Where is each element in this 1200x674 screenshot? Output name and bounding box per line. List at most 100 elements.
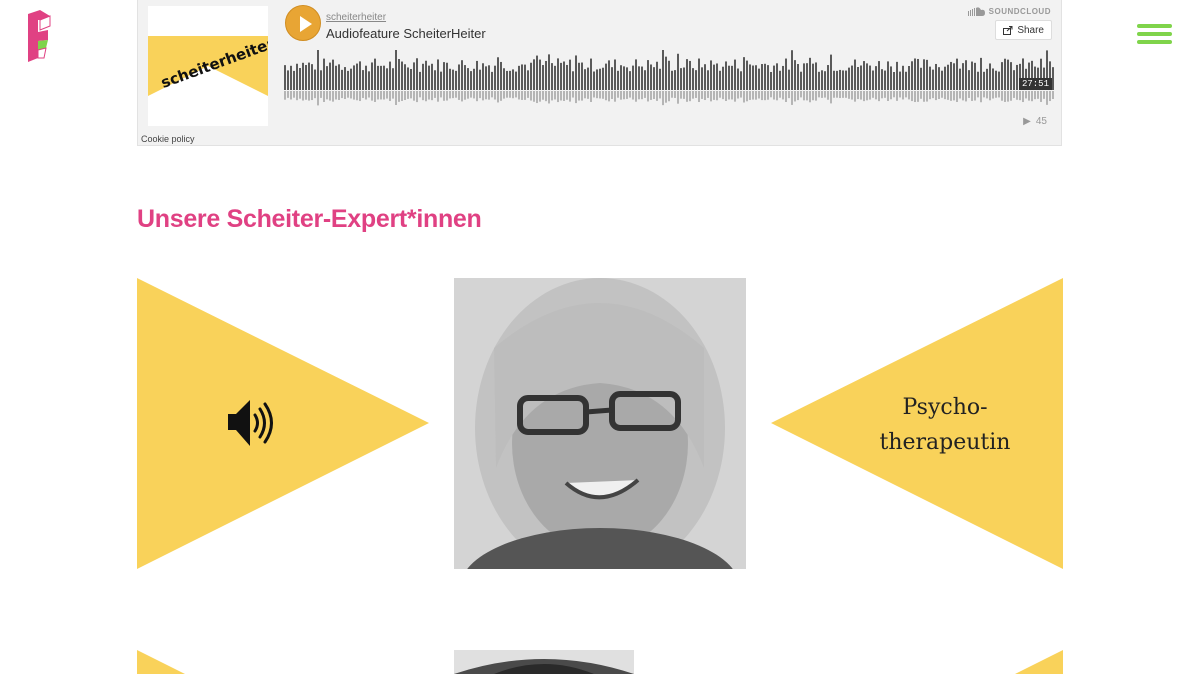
waveform-reflection-bar bbox=[416, 91, 418, 103]
waveform-bar bbox=[746, 60, 748, 90]
waveform-bar bbox=[899, 71, 901, 90]
waveform-bar bbox=[851, 65, 853, 90]
waveform-reflection-bar bbox=[740, 91, 742, 98]
waveform-bar bbox=[383, 65, 385, 90]
waveform-bar bbox=[287, 70, 289, 90]
waveform-reflection-bar bbox=[1022, 91, 1024, 103]
waveform-reflection-bar bbox=[680, 91, 682, 99]
waveform[interactable] bbox=[284, 50, 1054, 106]
share-button[interactable]: Share bbox=[995, 20, 1052, 40]
waveform-reflection-bar bbox=[932, 91, 934, 99]
waveform-bar bbox=[428, 65, 430, 90]
cookie-policy-link[interactable]: Cookie policy bbox=[141, 134, 195, 144]
waveform-bar bbox=[950, 61, 952, 90]
waveform-bar bbox=[503, 68, 505, 90]
waveform-reflection-bar bbox=[335, 91, 337, 100]
waveform-bar bbox=[446, 62, 448, 90]
waveform-bar bbox=[992, 68, 994, 90]
waveform-reflection-bar bbox=[560, 91, 562, 101]
waveform-reflection-bar bbox=[404, 91, 406, 101]
waveform-reflection-bar bbox=[446, 91, 448, 101]
waveform-bar bbox=[827, 65, 829, 90]
waveform-reflection-bar bbox=[464, 91, 466, 100]
play-count-value: 45 bbox=[1035, 116, 1047, 127]
waveform-reflection-bar bbox=[812, 91, 814, 101]
waveform-bar bbox=[359, 61, 361, 90]
waveform-reflection-bar bbox=[935, 91, 937, 101]
waveform-bar bbox=[935, 63, 937, 90]
waveform-reflection-bar bbox=[869, 91, 871, 100]
track-artwork[interactable]: scheiterheiter bbox=[148, 6, 268, 126]
play-count: ▶ 45 bbox=[1023, 116, 1047, 127]
waveform-bar bbox=[302, 62, 304, 90]
waveform-bar bbox=[857, 66, 859, 90]
waveform-bar bbox=[824, 71, 826, 90]
audio-play-triangle[interactable] bbox=[137, 278, 429, 569]
waveform-bar bbox=[506, 70, 508, 90]
waveform-reflection-bar bbox=[461, 91, 463, 102]
waveform-reflection-bar bbox=[911, 91, 913, 102]
waveform-reflection-bar bbox=[614, 91, 616, 102]
waveform-reflection-bar bbox=[989, 91, 991, 101]
waveform-reflection-bar bbox=[647, 91, 649, 102]
waveform-reflection-bar bbox=[905, 91, 907, 98]
waveform-bar bbox=[848, 67, 850, 90]
waveform-bar bbox=[983, 71, 985, 90]
waveform-reflection-bar bbox=[578, 91, 580, 101]
waveform-bar bbox=[803, 63, 805, 90]
waveform-reflection-bar bbox=[995, 91, 997, 98]
waveform-bar bbox=[608, 60, 610, 90]
waveform-bar bbox=[560, 62, 562, 90]
waveform-bar bbox=[530, 62, 532, 90]
waveform-bar bbox=[578, 62, 580, 90]
waveform-reflection-bar bbox=[362, 91, 364, 98]
waveform-reflection-bar bbox=[1037, 91, 1039, 99]
waveform-bar bbox=[371, 62, 373, 90]
waveform-reflection-bar bbox=[590, 91, 592, 103]
waveform-bar bbox=[452, 69, 454, 90]
waveform-reflection-bar bbox=[497, 91, 499, 103]
speaker-icon[interactable] bbox=[226, 397, 278, 449]
waveform-reflection-bar bbox=[596, 91, 598, 99]
audio-play-triangle-2[interactable] bbox=[137, 650, 197, 674]
waveform-reflection-bar bbox=[554, 91, 556, 100]
waveform-bar bbox=[968, 70, 970, 90]
waveform-reflection-bar bbox=[725, 91, 727, 101]
waveform-reflection-bar bbox=[434, 91, 436, 98]
waveform-reflection-bar bbox=[533, 91, 535, 102]
waveform-reflection-bar bbox=[380, 91, 382, 100]
waveform-reflection-bar bbox=[515, 91, 517, 98]
waveform-reflection-bar bbox=[431, 91, 433, 101]
waveform-bar bbox=[551, 63, 553, 90]
waveform-reflection-bar bbox=[398, 91, 400, 102]
waveform-reflection-bar bbox=[1046, 91, 1048, 105]
waveform-reflection-bar bbox=[311, 91, 313, 101]
waveform-reflection-bar bbox=[356, 91, 358, 101]
f-logo-icon[interactable] bbox=[24, 10, 54, 62]
waveform-bar bbox=[680, 68, 682, 90]
waveform-reflection-bar bbox=[1016, 91, 1018, 100]
waveform-bar bbox=[569, 59, 571, 90]
waveform-bar bbox=[926, 59, 928, 90]
waveform-bar bbox=[518, 65, 520, 90]
waveform-bar bbox=[845, 70, 847, 90]
track-title[interactable]: Audiofeature ScheiterHeiter bbox=[326, 26, 486, 41]
waveform-bar bbox=[635, 59, 637, 90]
waveform-bar bbox=[323, 58, 325, 90]
waveform-bar bbox=[479, 69, 481, 90]
waveform-reflection-bar bbox=[509, 91, 511, 98]
track-username[interactable]: scheiterheiter bbox=[326, 12, 386, 23]
waveform-reflection-bar bbox=[539, 91, 541, 102]
waveform-reflection-bar bbox=[536, 91, 538, 104]
soundcloud-brand[interactable]: SOUNDCLOUD bbox=[967, 7, 1051, 16]
play-button[interactable] bbox=[285, 5, 321, 41]
expert-portrait-photo bbox=[454, 278, 746, 569]
waveform-reflection-bar bbox=[1025, 91, 1027, 99]
hamburger-menu-icon[interactable] bbox=[1137, 24, 1172, 46]
waveform-reflection-bar bbox=[860, 91, 862, 100]
waveform-bar bbox=[335, 65, 337, 90]
waveform-bar bbox=[404, 64, 406, 90]
waveform-bar bbox=[929, 66, 931, 90]
waveform-bar bbox=[842, 70, 844, 90]
waveform-bar bbox=[875, 66, 877, 90]
